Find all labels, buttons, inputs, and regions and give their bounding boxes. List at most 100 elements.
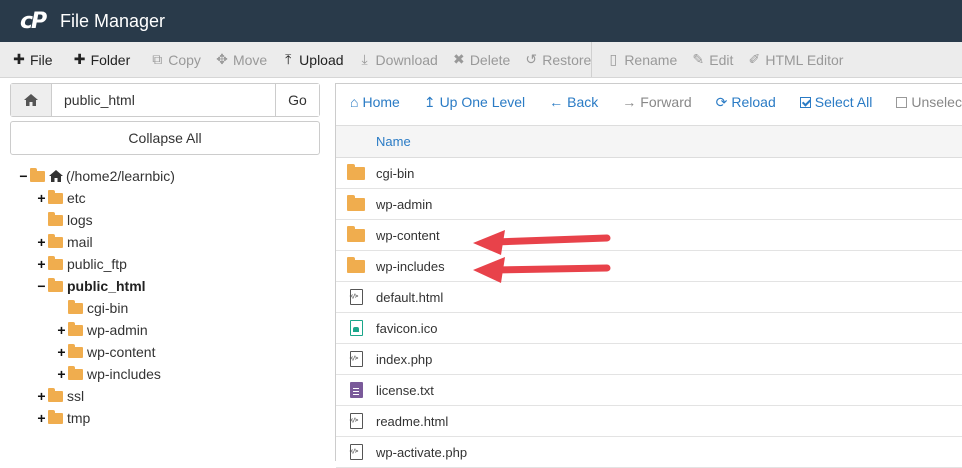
tree-item[interactable]: + ssl — [36, 385, 84, 407]
upload-label: Upload — [299, 51, 344, 68]
restore-button[interactable]: ↺ Restore — [510, 42, 591, 77]
tree-item[interactable]: logs — [36, 209, 93, 231]
arrow-left-icon: ← — [549, 94, 564, 110]
expand-icon[interactable]: + — [56, 344, 67, 360]
tree-item[interactable]: cgi-bin — [56, 297, 128, 319]
file-name: license.txt — [376, 382, 434, 398]
tree-item[interactable]: + wp-admin — [56, 319, 148, 341]
rename-label: Rename — [624, 51, 678, 68]
path-input[interactable] — [52, 84, 275, 116]
file-icon: ▯ — [609, 51, 618, 67]
folder-icon — [48, 233, 63, 248]
table-row[interactable]: license.txt — [336, 375, 962, 406]
table-row[interactable]: wp-activate.php — [336, 437, 962, 468]
tree-item-label: logs — [67, 212, 93, 228]
folder-icon — [68, 365, 83, 380]
select-all-label: Select All — [814, 94, 873, 110]
collapse-icon[interactable]: − — [18, 168, 29, 184]
folder-icon — [48, 409, 63, 424]
copy-icon: ⧉ — [152, 51, 163, 67]
go-button[interactable]: Go — [275, 84, 319, 116]
rename-button[interactable]: ▯ Rename — [592, 42, 678, 77]
expand-icon[interactable]: + — [36, 388, 47, 404]
collapse-icon[interactable]: − — [36, 278, 47, 294]
unselect-all-button[interactable]: Unselect All — [896, 94, 962, 110]
copy-button[interactable]: ⧉ Copy — [130, 42, 201, 77]
tree-item[interactable]: + mail — [36, 231, 93, 253]
table-row[interactable]: readme.html — [336, 406, 962, 437]
folder-icon — [68, 343, 83, 358]
delete-button[interactable]: ✖ Delete — [438, 42, 510, 77]
html-editor-button[interactable]: ✐ HTML Editor — [733, 42, 844, 77]
back-label: Back — [567, 94, 599, 110]
undo-icon: ↺ — [525, 51, 538, 67]
html-editor-label: HTML Editor — [765, 51, 844, 68]
upload-button[interactable]: ⤒ Upload — [267, 42, 344, 77]
file-button[interactable]: ✚ File — [0, 42, 52, 77]
tree-item[interactable]: + etc — [36, 187, 86, 209]
file-list-panel: ⌂ Home ↥ Up One Level ← Back → Forward ⟳ Reload Se… — [335, 83, 962, 468]
download-button[interactable]: ⤓ Download — [344, 42, 438, 77]
toolbar: ✚ File ✚ Folder ⧉ Copy ✥ Move ⤒ Upload ⤓ Download ✖ D… — [0, 42, 962, 78]
table-row[interactable]: favicon.ico — [336, 313, 962, 344]
folder-button[interactable]: ✚ Folder — [53, 42, 131, 77]
table-row[interactable]: wp-content — [336, 220, 962, 251]
tree-item[interactable]: + public_ftp — [36, 253, 127, 275]
download-label: Download — [375, 51, 438, 68]
tree-item[interactable]: + wp-content — [56, 341, 155, 363]
move-label: Move — [232, 51, 268, 68]
tree-item[interactable]: − (/home2/learnbic) — [18, 165, 175, 187]
expand-icon[interactable]: + — [36, 234, 47, 250]
tree-item-label: tmp — [67, 410, 91, 426]
text-file-icon — [349, 382, 363, 398]
annotation-arrows — [473, 230, 611, 283]
table-row[interactable]: cgi-bin — [336, 158, 962, 189]
cpanel-logo[interactable]: cP — [20, 9, 52, 34]
tree-item[interactable]: + wp-includes — [56, 363, 161, 385]
folder-icon — [48, 255, 63, 270]
table-row[interactable]: wp-admin — [336, 189, 962, 220]
back-button[interactable]: ← Back — [549, 94, 598, 110]
arrow-to-wp-content — [473, 230, 611, 255]
home-button[interactable]: ⌂ Home — [350, 94, 400, 110]
edit-icon: ✐ — [748, 51, 761, 67]
move-button[interactable]: ✥ Move — [201, 42, 268, 77]
forward-button[interactable]: → Forward — [622, 94, 691, 110]
column-header-name[interactable]: Name — [376, 134, 411, 149]
forward-label: Forward — [640, 94, 692, 110]
file-name: wp-includes — [376, 258, 445, 274]
folder-icon — [48, 277, 63, 292]
expand-icon[interactable]: + — [36, 256, 47, 272]
code-file-icon — [349, 351, 363, 367]
reload-button[interactable]: ⟳ Reload — [716, 94, 776, 111]
tree-item-label: (/home2/learnbic) — [66, 168, 175, 184]
expand-icon[interactable]: + — [56, 322, 67, 338]
copy-label: Copy — [168, 51, 201, 68]
expand-icon[interactable]: + — [36, 410, 47, 426]
collapse-all-button[interactable]: Collapse All — [10, 121, 320, 155]
home-path-button[interactable] — [11, 84, 52, 116]
edit-button[interactable]: ✎ Edit — [677, 42, 734, 77]
expand-icon[interactable]: + — [56, 366, 67, 382]
file-name: wp-activate.php — [376, 444, 468, 460]
tree-item[interactable]: + tmp — [36, 407, 90, 429]
tree-item[interactable]: − public_html — [36, 275, 146, 297]
home-icon: ⌂ — [350, 94, 359, 110]
expand-icon[interactable]: + — [36, 190, 47, 206]
file-type-icon-cell — [336, 256, 376, 273]
edit-label: Edit — [709, 51, 734, 68]
folder-icon — [347, 225, 365, 242]
table-row[interactable]: index.php — [336, 344, 962, 375]
folder-open-icon — [30, 167, 45, 182]
folder-icon — [347, 194, 365, 211]
select-all-button[interactable]: Select All — [799, 94, 873, 110]
file-name: default.html — [376, 289, 444, 305]
move-icon: ✥ — [216, 51, 228, 67]
checkbox-empty-icon — [896, 96, 908, 108]
file-name: wp-content — [376, 227, 440, 243]
tree-item-label: public_html — [67, 278, 146, 294]
table-row[interactable]: default.html — [336, 282, 962, 313]
up-one-level-button[interactable]: ↥ Up One Level — [424, 94, 525, 111]
table-row[interactable]: wp-includes — [336, 251, 962, 282]
tree-item-label: wp-includes — [87, 366, 161, 382]
